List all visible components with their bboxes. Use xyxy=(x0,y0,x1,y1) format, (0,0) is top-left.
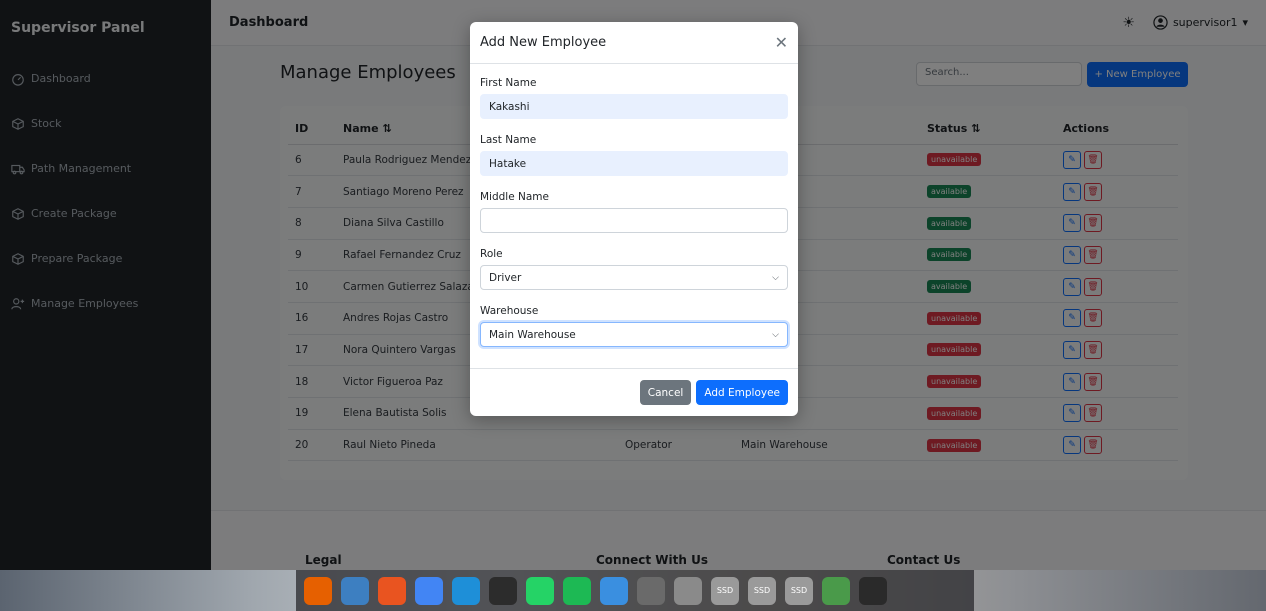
first-name-field[interactable]: Kakashi xyxy=(480,94,788,119)
role-select-value: Driver xyxy=(489,271,522,284)
last-name-label: Last Name xyxy=(480,134,537,146)
whatsapp-icon[interactable] xyxy=(526,576,554,605)
app-store-icon[interactable] xyxy=(378,576,406,605)
middle-name-label: Middle Name xyxy=(480,191,549,203)
last-name-field[interactable]: Hatake xyxy=(480,151,788,176)
modal-title: Add New Employee xyxy=(480,35,607,50)
add-employee-modal: Add New Employee ✕ First Name Kakashi La… xyxy=(470,22,798,416)
add-employee-button[interactable]: Add Employee xyxy=(696,380,788,405)
warehouse-select[interactable]: Main Warehouse ⌵ xyxy=(480,322,788,347)
close-icon[interactable]: ✕ xyxy=(775,33,788,52)
settings-icon[interactable] xyxy=(637,576,665,605)
warehouse-label: Warehouse xyxy=(480,305,539,317)
chevron-down-icon: ⌵ xyxy=(772,272,779,283)
cancel-button[interactable]: Cancel xyxy=(639,380,692,405)
spotify-icon[interactable] xyxy=(563,576,591,605)
chrome-icon[interactable] xyxy=(415,576,443,605)
modal-footer: Cancel Add Employee xyxy=(470,368,798,416)
warehouse-select-value: Main Warehouse xyxy=(489,328,576,341)
chevron-down-icon: ⌵ xyxy=(772,329,779,340)
firefox-icon[interactable] xyxy=(304,576,332,605)
dock: SSD SSD SSD xyxy=(296,570,974,611)
vscode-icon[interactable] xyxy=(452,576,480,605)
screenshot-icon[interactable] xyxy=(674,576,702,605)
trash-icon[interactable] xyxy=(822,576,850,605)
files-icon[interactable] xyxy=(341,576,369,605)
role-label: Role xyxy=(480,248,503,260)
modal-body: First Name Kakashi Last Name Hatake Midd… xyxy=(470,64,798,347)
drive-ssd-icon[interactable]: SSD xyxy=(785,576,813,605)
role-select[interactable]: Driver ⌵ xyxy=(480,265,788,290)
middle-name-field[interactable] xyxy=(480,208,788,233)
drive-ssd-icon[interactable]: SSD xyxy=(748,576,776,605)
terminal-icon[interactable] xyxy=(489,576,517,605)
drive-ssd-icon[interactable]: SSD xyxy=(711,576,739,605)
first-name-label: First Name xyxy=(480,77,537,89)
ubuntu-icon[interactable] xyxy=(859,576,887,605)
help-icon[interactable] xyxy=(600,576,628,605)
modal-header: Add New Employee ✕ xyxy=(470,22,798,64)
